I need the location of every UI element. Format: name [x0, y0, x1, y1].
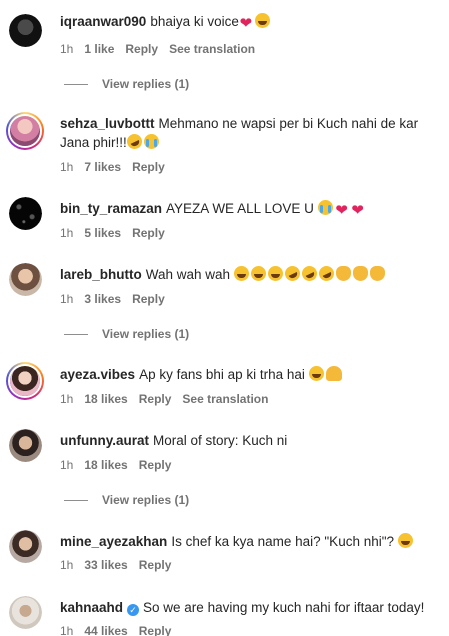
comment-username[interactable]: bin_ty_ramazan — [60, 201, 162, 216]
comment-body: sehza_luvbottt Mehmano ne wapsi per bi Ku… — [60, 114, 437, 152]
laughing-emoji-icon — [397, 533, 413, 548]
hands-emoji-icon — [325, 366, 342, 381]
avatar[interactable] — [9, 263, 42, 296]
reply-button[interactable]: Reply — [132, 292, 165, 306]
clapping-emoji-icon — [335, 266, 351, 281]
comment-text: Moral of story: Kuch ni — [153, 433, 288, 448]
comment-likes[interactable]: 18 likes — [84, 458, 127, 472]
view-replies-button[interactable]: View replies (1) — [64, 76, 189, 92]
verified-badge-icon: ✓ — [127, 604, 140, 616]
comment-body: kahnaahd ✓ So we are having my kuch nahi f… — [60, 598, 437, 617]
comment-text: AYEZA WE ALL LOVE U — [166, 201, 314, 216]
reply-button[interactable]: Reply — [125, 42, 158, 56]
comment-time: 1h — [60, 624, 74, 636]
view-replies-label: View replies (1) — [102, 327, 190, 341]
laughing-emoji-icon — [267, 266, 283, 281]
comment-likes[interactable]: 33 likes — [84, 558, 127, 572]
view-replies-button[interactable]: View replies (1) — [64, 326, 189, 342]
red-heart-emoji-icon: ❤ — [351, 202, 364, 219]
laughing-emoji-icon — [250, 266, 266, 281]
rofl-emoji-icon — [299, 263, 320, 284]
comment-time: 1h — [60, 160, 74, 174]
comment-body: lareb_bhutto Wah wah wah — [60, 263, 437, 284]
rofl-emoji-icon — [316, 263, 337, 284]
comment-username[interactable]: unfunny.aurat — [60, 433, 149, 448]
avatar[interactable] — [9, 14, 42, 47]
comment-meta: 1h 1 like Reply See translation — [60, 41, 266, 57]
crying-emoji-icon — [143, 134, 159, 149]
comment-likes[interactable]: 7 likes — [84, 160, 121, 174]
view-replies-label: View replies (1) — [102, 77, 190, 91]
divider-line — [64, 500, 88, 502]
comment-meta: 1h 3 likes Reply — [60, 291, 176, 307]
avatar[interactable] — [6, 362, 44, 400]
comment-text: Wah wah wah — [145, 267, 231, 282]
comment-username[interactable]: iqraanwar090 — [60, 14, 146, 29]
comment-username[interactable]: mine_ayezakhan — [60, 534, 167, 549]
comment-text: Ap ky fans bhi ap ki trha hai — [139, 367, 305, 382]
comment-time: 1h — [60, 392, 74, 406]
comment-body: bin_ty_ramazan AYEZA WE ALL LOVE U ❤ ❤ — [60, 199, 437, 218]
rofl-emoji-icon — [282, 263, 303, 284]
comment-meta: 1h 18 likes Reply See translation — [60, 391, 279, 407]
reply-button[interactable]: Reply — [139, 392, 172, 406]
comment-meta: 1h 18 likes Reply — [60, 457, 182, 473]
comment-username[interactable]: kahnaahd — [60, 600, 123, 615]
comment-body: mine_ayezakhan Is chef ka kya name hai? "… — [60, 532, 437, 551]
crying-emoji-icon — [317, 200, 333, 215]
comment-text: So we are having my kuch nahi for iftaar… — [143, 600, 425, 615]
comment-likes[interactable]: 1 like — [84, 42, 114, 56]
comment-username[interactable]: sehza_luvbottt — [60, 116, 155, 131]
avatar[interactable] — [9, 429, 42, 462]
comment-likes[interactable]: 44 likes — [84, 624, 127, 636]
laughing-emoji-icon — [254, 13, 270, 28]
reply-button[interactable]: Reply — [132, 160, 165, 174]
comment-body: unfunny.aurat Moral of story: Kuch ni — [60, 431, 437, 450]
comment-time: 1h — [60, 42, 74, 56]
comment-text: Is chef ka kya name hai? "Kuch nhi"? — [171, 534, 395, 549]
laughing-emoji-icon — [233, 266, 249, 281]
reply-button[interactable]: Reply — [132, 226, 165, 240]
avatar[interactable] — [9, 530, 42, 563]
comment-username[interactable]: lareb_bhutto — [60, 267, 142, 282]
comment-meta: 1h 7 likes Reply — [60, 159, 176, 175]
comment-meta: 1h 33 likes Reply — [60, 557, 182, 573]
avatar[interactable] — [9, 596, 42, 629]
clapping-emoji-icon — [369, 266, 385, 281]
view-replies-button[interactable]: View replies (1) — [64, 492, 189, 508]
view-replies-label: View replies (1) — [102, 493, 190, 507]
comment-likes[interactable]: 3 likes — [84, 292, 121, 306]
avatar[interactable] — [9, 197, 42, 230]
red-heart-emoji-icon: ❤ — [335, 202, 348, 219]
see-translation-button[interactable]: See translation — [169, 42, 255, 56]
comment-time: 1h — [60, 292, 74, 306]
comment-meta: 1h 5 likes Reply — [60, 225, 176, 241]
divider-line — [64, 84, 88, 86]
reply-button[interactable]: Reply — [139, 558, 172, 572]
comment-meta: 1h 44 likes Reply — [60, 623, 182, 636]
comment-time: 1h — [60, 458, 74, 472]
rofl-emoji-icon — [124, 131, 145, 152]
comment-body: ayeza.vibes Ap ky fans bhi ap ki trha hai — [60, 365, 437, 384]
divider-line — [64, 334, 88, 336]
comment-body: iqraanwar090 bhaiya ki voice❤ — [60, 12, 437, 31]
see-translation-button[interactable]: See translation — [182, 392, 268, 406]
comment-text: bhaiya ki voice — [150, 14, 239, 29]
comment-time: 1h — [60, 226, 74, 240]
clapping-emoji-icon — [352, 266, 368, 281]
laughing-emoji-icon — [308, 366, 324, 381]
avatar[interactable] — [6, 112, 44, 150]
comment-likes[interactable]: 5 likes — [84, 226, 121, 240]
reply-button[interactable]: Reply — [139, 624, 172, 636]
red-heart-emoji-icon: ❤ — [239, 15, 253, 32]
comment-time: 1h — [60, 558, 74, 572]
comment-likes[interactable]: 18 likes — [84, 392, 127, 406]
reply-button[interactable]: Reply — [139, 458, 172, 472]
comment-username[interactable]: ayeza.vibes — [60, 367, 135, 382]
